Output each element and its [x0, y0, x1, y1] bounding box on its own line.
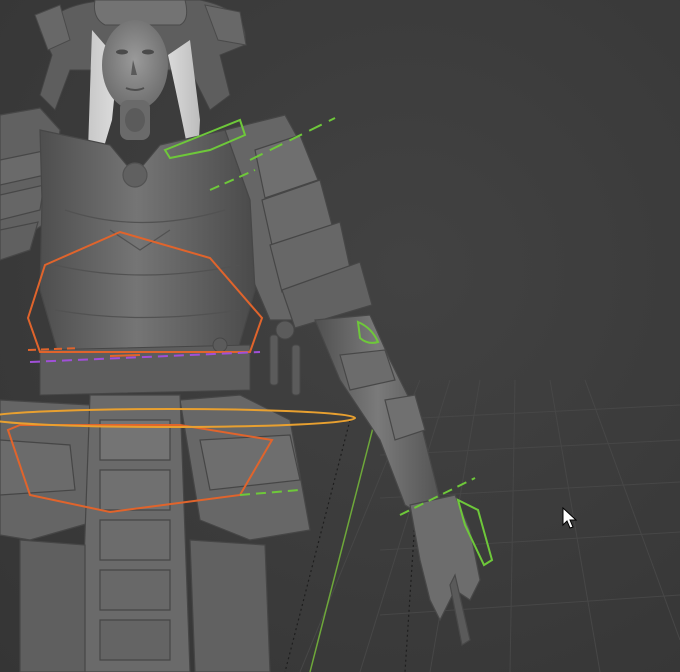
floor-grid: [299, 379, 680, 672]
hand: [409, 494, 481, 622]
arrow-cursor-icon: [562, 506, 578, 529]
y-axis-line: [309, 419, 376, 672]
skirt-armor: [0, 394, 311, 672]
right-arm: [314, 314, 481, 646]
3d-viewport[interactable]: [0, 0, 680, 672]
face: [102, 20, 168, 110]
viewport-canvas[interactable]: [0, 0, 680, 672]
